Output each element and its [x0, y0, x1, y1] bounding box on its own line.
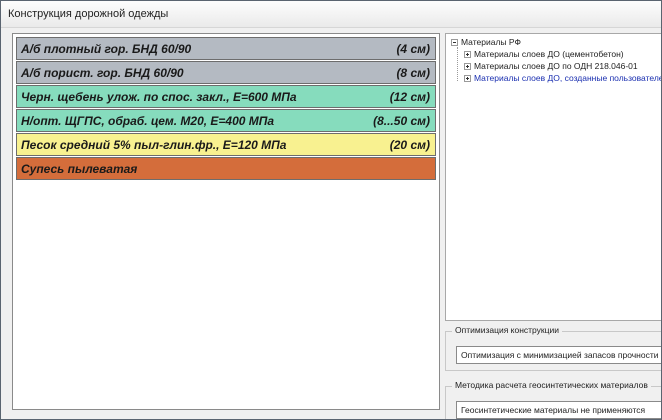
layer-row[interactable]: А/б плотный гор. БНД 60/90 (4 см) — [16, 37, 436, 60]
optimization-group: Оптимизация конструкции Оптимизация с ми… — [445, 325, 661, 371]
layer-name: Н/опт. ЩГПС, обраб. цем. М20, Е=400 МПа — [21, 114, 275, 128]
optimization-select[interactable]: Оптимизация с минимизацией запасов прочн… — [456, 346, 661, 364]
materials-tree[interactable]: Материалы РФ Материалы слоев ДО (цементо… — [445, 33, 662, 321]
layer-thickness: (12 см) — [389, 90, 430, 104]
layer-name: А/б плотный гор. БНД 60/90 — [21, 42, 192, 56]
title-bar[interactable]: Конструкция дорожной одежды — [1, 1, 661, 28]
tree-node-label: Материалы РФ — [461, 37, 521, 47]
layer-name: Супесь пылеватая — [21, 162, 138, 176]
construction-window: Конструкция дорожной одежды А/б плотный … — [0, 0, 662, 420]
layer-thickness: (4 см) — [396, 42, 430, 56]
layer-row[interactable]: Н/опт. ЩГПС, обраб. цем. М20, Е=400 МПа … — [16, 109, 436, 132]
layer-thickness: (20 см) — [389, 138, 430, 152]
layer-name: А/б порист. гор. БНД 60/90 — [21, 66, 184, 80]
layer-name: Черн. щебень улож. по спос. закл., Е=600… — [21, 90, 297, 104]
expand-icon[interactable] — [464, 63, 471, 70]
layer-row[interactable]: Черн. щебень улож. по спос. закл., Е=600… — [16, 85, 436, 108]
layer-row[interactable]: А/б порист. гор. БНД 60/90 (8 см) — [16, 61, 436, 84]
tree-node-label: Материалы слоев ДО по ОДН 218.046-01 — [474, 61, 638, 71]
geosynthetics-group: Методика расчета геосинтетических матери… — [445, 380, 661, 419]
geosynthetics-label: Методика расчета геосинтетических матери… — [452, 380, 651, 390]
window-client-area: А/б плотный гор. БНД 60/90 (4 см) А/б по… — [4, 28, 661, 419]
expand-icon[interactable] — [464, 75, 471, 82]
geosynthetics-select[interactable]: Геосинтетические материалы не применяютс… — [456, 401, 661, 419]
expand-icon[interactable] — [464, 51, 471, 58]
tree-connector — [457, 47, 458, 81]
collapse-icon[interactable] — [451, 39, 458, 46]
layers-panel[interactable]: А/б плотный гор. БНД 60/90 (4 см) А/б по… — [12, 33, 440, 410]
layer-row[interactable]: Супесь пылеватая — [16, 157, 436, 180]
window-title: Конструкция дорожной одежды — [8, 8, 169, 20]
tree-node-label: Материалы слоев ДО (цементобетон) — [474, 49, 624, 59]
layer-name: Песок средний 5% пыл-глин.фр., Е=120 МПа — [21, 138, 287, 152]
layer-thickness: (8...50 см) — [373, 114, 430, 128]
tree-node-label: Материалы слоев ДО, созданные пользовате… — [474, 73, 662, 83]
optimization-label: Оптимизация конструкции — [452, 325, 562, 335]
tree-node[interactable]: Материалы слоев ДО, созданные пользовате… — [464, 72, 662, 85]
layer-thickness: (8 см) — [396, 66, 430, 80]
layer-row[interactable]: Песок средний 5% пыл-глин.фр., Е=120 МПа… — [16, 133, 436, 156]
